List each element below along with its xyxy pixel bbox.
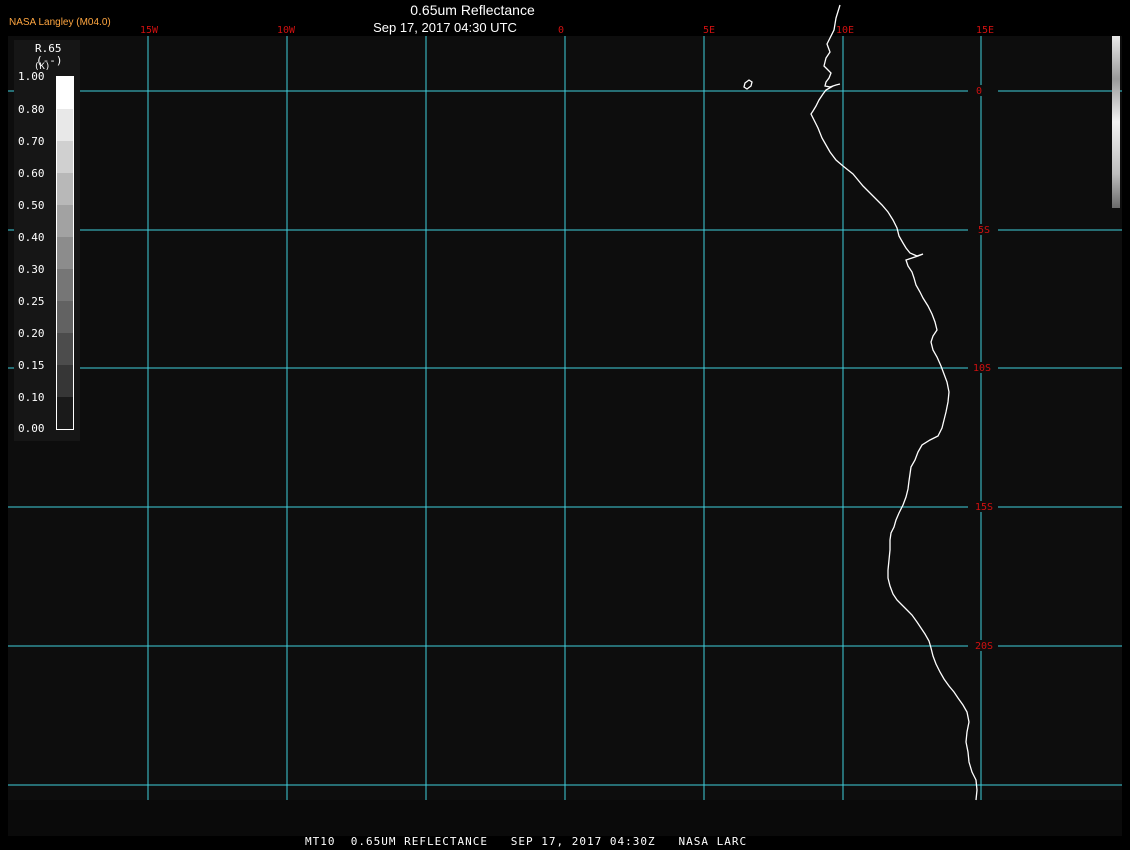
lon-label-15w: 15W (140, 25, 159, 36)
lat-label-10s: 10S (973, 363, 991, 374)
legend-tick: 0.40 (18, 231, 45, 244)
lon-label-5e: 5E (703, 25, 715, 36)
lon-label-0: 0 (558, 25, 564, 36)
lon-label-10w: 10W (277, 25, 296, 36)
legend-tick: 0.80 (18, 103, 45, 116)
legend-swatch (57, 77, 73, 109)
legend-tick: 0.20 (18, 327, 45, 340)
legend-tick: 0.10 (18, 391, 45, 404)
lat-label-5s: 5S (978, 225, 990, 236)
legend-tick: 0.60 (18, 167, 45, 180)
legend-tick: 0.30 (18, 263, 45, 276)
legend-swatch (57, 365, 73, 397)
legend-swatch (57, 301, 73, 333)
legend-swatch (57, 141, 73, 173)
legend-tick: 1.00 (18, 70, 45, 83)
color-legend: R.65 (--) (K) 1.00 0.80 0.70 0.60 0.50 0… (14, 40, 80, 441)
lat-label-15s: 15S (975, 502, 993, 513)
lat-label-20s: 20S (975, 641, 993, 652)
island-outline (743, 79, 753, 90)
legend-swatch (57, 205, 73, 237)
footer-caption: MT10 0.65UM REFLECTANCE SEP 17, 2017 04:… (305, 835, 748, 848)
map-canvas: 15W 10W 0 5E 10E 15E 0 5S 10S 15S 20S (8, 4, 1122, 801)
coastline (810, 4, 978, 801)
legend-swatch (57, 333, 73, 365)
legend-swatch (57, 173, 73, 205)
legend-tick: 0.70 (18, 135, 45, 148)
legend-tick: 0.50 (18, 199, 45, 212)
legend-colorbar (56, 76, 74, 430)
legend-tick: 0.15 (18, 359, 45, 372)
legend-swatch (57, 109, 73, 141)
lon-label-10e: 10E (836, 25, 854, 36)
legend-swatch (57, 237, 73, 269)
legend-swatch (57, 269, 73, 301)
cloud-strip (1112, 36, 1120, 208)
lat-label-0: 0 (976, 86, 982, 97)
legend-tick: 0.25 (18, 295, 45, 308)
legend-swatch (57, 397, 73, 429)
legend-tick: 0.00 (18, 422, 45, 435)
lon-label-15e: 15E (976, 25, 994, 36)
